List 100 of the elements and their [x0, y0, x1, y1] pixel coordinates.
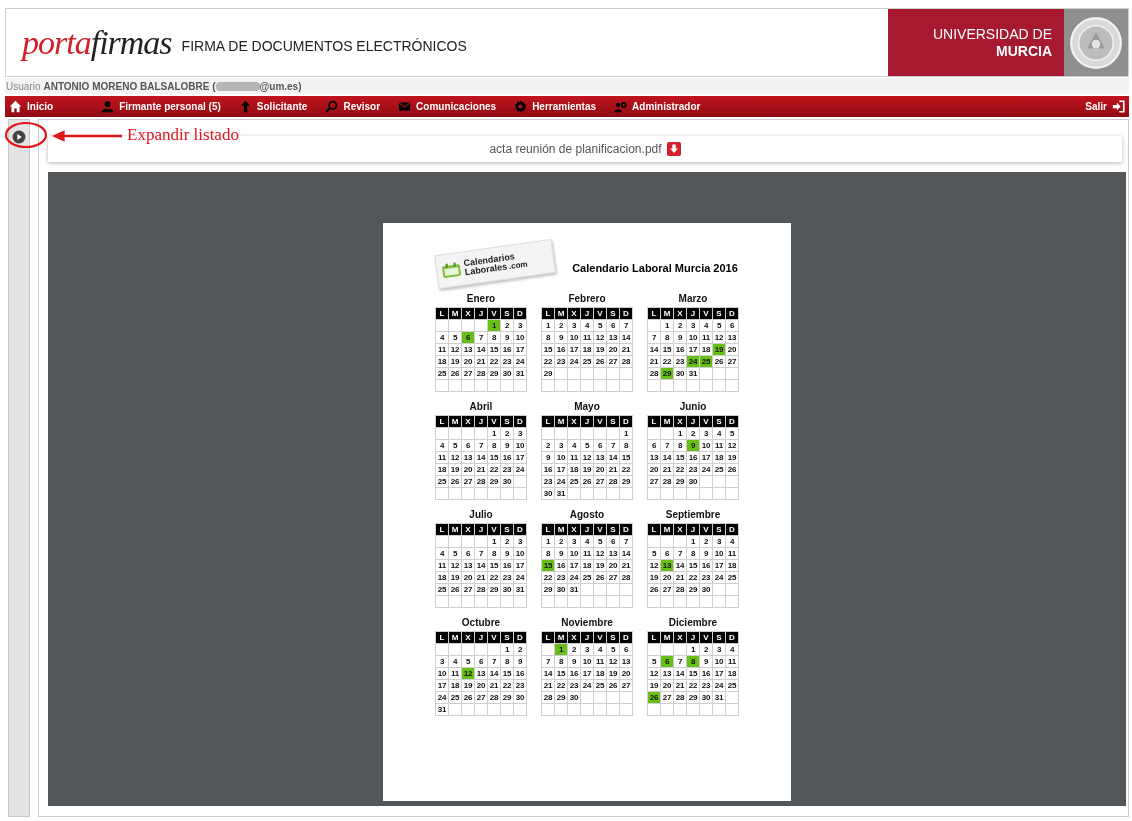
calendar-day-cell: 13	[462, 344, 474, 355]
calendar-day-cell: 26	[449, 584, 461, 595]
weekday-cell: X	[462, 524, 474, 535]
calendar-day-cell: 2	[542, 440, 554, 451]
calendar-day-cell: 25	[581, 356, 593, 367]
calendar-day-cell: 27	[462, 368, 474, 379]
calendar-day-cell: 15	[674, 452, 686, 463]
calendar-day-cell: 24	[713, 680, 725, 691]
nav-menu-item[interactable]: Firmante personal (5)	[101, 100, 221, 113]
calendar-day-cell: 28	[620, 572, 632, 583]
calendar-day-cell: 28	[661, 476, 673, 487]
calendar-day-cell: 4	[700, 320, 712, 331]
weekday-cell: D	[726, 416, 738, 427]
calendar-day-cell: 19	[594, 344, 606, 355]
download-icon[interactable]	[666, 142, 681, 156]
calendar-day-cell: 3	[713, 644, 725, 655]
calendar-day-cell: 5	[449, 440, 461, 451]
month-title: Diciembre	[668, 617, 718, 629]
calendar-day-cell: 17	[713, 560, 725, 571]
annotation-arrow	[52, 129, 122, 143]
calendar-day-cell: 20	[475, 680, 487, 691]
calendar-day-cell: 10	[514, 548, 526, 559]
calendar-day-cell: 27	[475, 692, 487, 703]
weekday-cell: D	[514, 416, 526, 427]
calendar-day-cell: 31	[436, 704, 448, 715]
weekday-cell: J	[687, 308, 699, 319]
weekday-cell: S	[713, 524, 725, 535]
weekday-cell: L	[648, 524, 660, 535]
month-title: Noviembre	[561, 617, 613, 629]
calendar-day-cell: 1	[501, 644, 513, 655]
calendar-day-cell: 29	[620, 476, 632, 487]
calendar-day-cell: 29	[687, 692, 699, 703]
logout-link[interactable]: Salir	[1085, 100, 1125, 113]
month-title: Julio	[469, 509, 493, 521]
calendar-day-cell: 5	[594, 536, 606, 547]
weekday-cell: J	[475, 524, 487, 535]
calendar-day-cell: 18	[449, 680, 461, 691]
calendar-day-cell: 2	[700, 644, 712, 655]
calendar-day-cell: 11	[726, 548, 738, 559]
nav-menu-item[interactable]: Revisor	[325, 100, 381, 113]
weekday-cell: X	[674, 632, 686, 643]
calendar-day-cell: 6	[462, 548, 474, 559]
calendar-day-cell: 18	[726, 560, 738, 571]
weekday-cell: L	[542, 308, 554, 319]
calendar-day-cell: 22	[488, 356, 500, 367]
weekday-cell: V	[594, 416, 606, 427]
weekday-cell: J	[581, 416, 593, 427]
calendar-day-cell: 7	[475, 332, 487, 343]
calendar-day-cell: 21	[620, 560, 632, 571]
calendar-day-cell: 22	[661, 356, 673, 367]
home-icon	[9, 100, 22, 113]
calendar-day-cell: 15	[687, 560, 699, 571]
calendar-day-cell: 18	[568, 464, 580, 475]
weekday-cell: V	[594, 308, 606, 319]
weekday-cell: S	[713, 632, 725, 643]
calendar-day-cell: 6	[607, 320, 619, 331]
calendar-day-cell: 28	[620, 356, 632, 367]
calendar-day-cell: 27	[594, 476, 606, 487]
calendar-day-cell: 17	[687, 344, 699, 355]
nav-menu-item[interactable]: Solicitante	[238, 100, 308, 113]
calendar-day-cell: 30	[501, 476, 513, 487]
calendar-day-cell: 21	[620, 344, 632, 355]
calendar-day-cell: 21	[475, 572, 487, 583]
calendar-day-cell: 22	[542, 572, 554, 583]
calendar-day-cell: 25	[436, 476, 448, 487]
nav-menu-item[interactable]: Administrador	[614, 100, 701, 113]
nav-menu-item[interactable]: Herramientas	[514, 100, 597, 113]
calendar-day-cell: 23	[555, 356, 567, 367]
calendar-day-cell: 22	[620, 464, 632, 475]
weekday-cell: V	[488, 308, 500, 319]
calendar-day-cell: 2	[568, 644, 580, 655]
calendar-day-cell: 26	[648, 692, 660, 703]
calendar-day-cell: 29	[555, 692, 567, 703]
calendar-day-cell: 15	[687, 668, 699, 679]
weekday-cell: J	[687, 416, 699, 427]
nav-menu-item[interactable]: Inicio	[9, 100, 54, 113]
nav-menu-item[interactable]: Comunicaciones	[398, 100, 497, 113]
month-title: Septiembre	[665, 509, 721, 521]
calendar-day-cell: 22	[488, 572, 500, 583]
calendar-day-cell: 18	[436, 464, 448, 475]
weekday-cell: L	[436, 632, 448, 643]
calendar-day-cell: 2	[514, 644, 526, 655]
expand-list-button[interactable]	[12, 130, 26, 144]
calendar-day-cell: 14	[475, 560, 487, 571]
calendar-day-cell: 8	[488, 440, 500, 451]
file-name: acta reunión de planificacion.pdf	[489, 142, 662, 156]
calendar-day-cell: 18	[594, 668, 606, 679]
weekday-cell: X	[568, 524, 580, 535]
calendar-day-cell: 1	[542, 536, 554, 547]
calendar-day-cell: 11	[436, 560, 448, 571]
calendar-day-cell: 20	[462, 356, 474, 367]
weekday-cell: S	[501, 524, 513, 535]
calendar-day-cell: 10	[700, 440, 712, 451]
calendar-day-cell: 6	[620, 644, 632, 655]
calendar-day-cell: 1	[687, 644, 699, 655]
weekday-cell: L	[648, 308, 660, 319]
calendar-day-cell: 14	[542, 668, 554, 679]
calendar-day-cell: 6	[607, 536, 619, 547]
calendar-day-cell: 18	[436, 572, 448, 583]
calendar-day-cell: 21	[607, 464, 619, 475]
